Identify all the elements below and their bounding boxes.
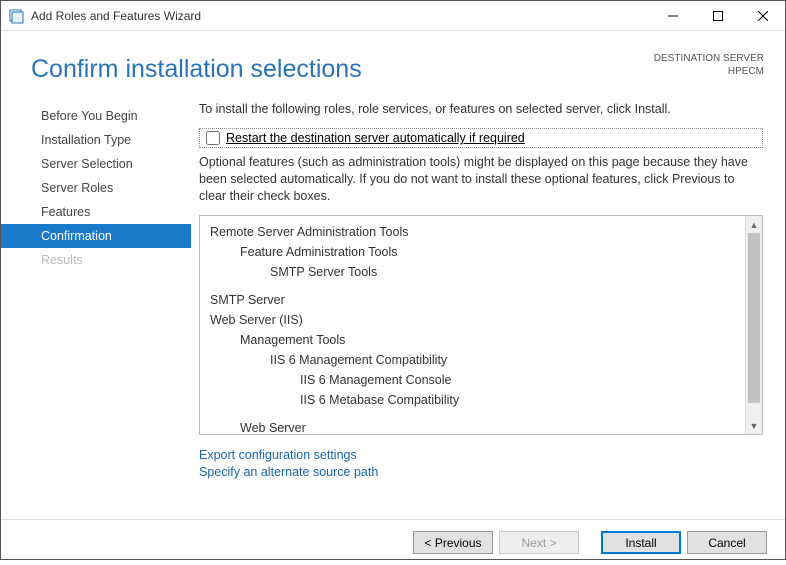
step-installation-type[interactable]: Installation Type [1, 128, 191, 152]
step-results: Results [1, 248, 191, 272]
tree-item: Remote Server Administration Tools [210, 222, 762, 242]
tree-item: Management Tools [210, 330, 762, 350]
titlebar: Add Roles and Features Wizard [1, 1, 785, 31]
step-server-selection[interactable]: Server Selection [1, 152, 191, 176]
optional-features-text: Optional features (such as administratio… [199, 154, 763, 205]
scrollbar[interactable]: ▲ ▼ [745, 216, 762, 434]
wizard-steps: Before You Begin Installation Type Serve… [1, 102, 191, 519]
main-content: To install the following roles, role ser… [191, 102, 785, 519]
previous-button[interactable]: < Previous [413, 531, 493, 554]
step-features[interactable]: Features [1, 200, 191, 224]
minimize-button[interactable] [650, 1, 695, 30]
scroll-up-icon[interactable]: ▲ [746, 216, 762, 233]
step-before-you-begin[interactable]: Before You Begin [1, 104, 191, 128]
intro-text: To install the following roles, role ser… [199, 102, 763, 116]
tree-item: Web Server (IIS) [210, 310, 762, 330]
export-config-link[interactable]: Export configuration settings [199, 447, 763, 464]
step-server-roles[interactable]: Server Roles [1, 176, 191, 200]
scroll-thumb[interactable] [748, 233, 760, 403]
next-button: Next > [499, 531, 579, 554]
cancel-button[interactable]: Cancel [687, 531, 767, 554]
app-icon [9, 8, 25, 24]
scroll-down-icon[interactable]: ▼ [746, 417, 762, 434]
tree-item: Feature Administration Tools [210, 242, 762, 262]
tree-item: IIS 6 Management Console [210, 370, 762, 390]
maximize-button[interactable] [695, 1, 740, 30]
window-title: Add Roles and Features Wizard [31, 9, 650, 23]
destination-server: HPECM [654, 65, 764, 78]
install-button[interactable]: Install [601, 531, 681, 554]
tree-item: IIS 6 Management Compatibility [210, 350, 762, 370]
links-block: Export configuration settings Specify an… [199, 447, 763, 481]
step-confirmation[interactable]: Confirmation [1, 224, 191, 248]
tree-item: SMTP Server [210, 290, 762, 310]
destination-server-info: DESTINATION SERVER HPECM [654, 52, 764, 78]
selections-tree: Remote Server Administration Tools Featu… [199, 215, 763, 435]
alternate-source-link[interactable]: Specify an alternate source path [199, 464, 763, 481]
restart-checkbox-row[interactable]: Restart the destination server automatic… [199, 128, 763, 148]
restart-checkbox[interactable] [206, 131, 220, 145]
close-button[interactable] [740, 1, 785, 30]
tree-item: IIS 6 Metabase Compatibility [210, 390, 762, 410]
tree-item: SMTP Server Tools [210, 262, 762, 282]
destination-label: DESTINATION SERVER [654, 52, 764, 65]
tree-item: Web Server [210, 418, 762, 435]
restart-label[interactable]: Restart the destination server automatic… [226, 131, 525, 145]
wizard-footer: < Previous Next > Install Cancel [1, 519, 785, 565]
